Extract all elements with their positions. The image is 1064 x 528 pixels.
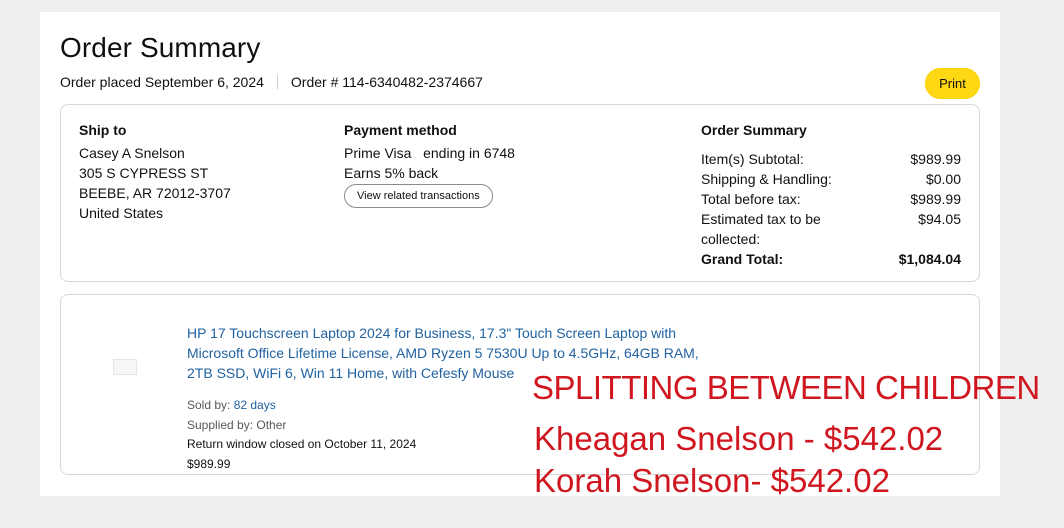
summary-row: Item(s) Subtotal: $989.99 — [701, 149, 961, 169]
handwritten-annotation: Korah Snelson- $542.02 — [534, 462, 890, 499]
summary-label: Grand Total: — [701, 251, 784, 267]
payment-heading: Payment method — [344, 122, 457, 138]
supplied-by: Supplied by: Other — [187, 418, 287, 432]
order-meta: Order placed September 6, 2024 Order # 1… — [60, 74, 483, 90]
summary-value: $989.99 — [910, 151, 961, 167]
sold-by-label: Sold by: — [187, 398, 231, 412]
order-date: Order placed September 6, 2024 — [60, 74, 264, 90]
ship-to-line: BEEBE, AR 72012-3707 — [79, 185, 231, 201]
product-thumbnail[interactable] — [113, 359, 137, 375]
payment-info: Prime Visa ending in 6748 Earns 5% back — [344, 143, 515, 183]
order-number: Order # 114-6340482-2374667 — [290, 74, 483, 90]
summary-label: Shipping & Handling: — [701, 171, 832, 187]
summary-label: Estimated tax to be collected: — [701, 211, 821, 247]
summary-value: $94.05 — [918, 211, 961, 227]
summary-value: $989.99 — [910, 191, 961, 207]
page-title: Order Summary — [60, 32, 261, 63]
sold-by: Sold by: 82 days — [187, 397, 276, 413]
ship-to-address: Casey A Snelson 305 S CYPRESS ST BEEBE, … — [79, 143, 231, 223]
seller-link[interactable]: 82 days — [234, 398, 276, 412]
item-price: $989.99 — [187, 457, 231, 471]
order-details-box: Ship to Casey A Snelson 305 S CYPRESS ST… — [60, 104, 980, 282]
handwritten-annotation: SPLITTING BETWEEN CHILDREN — [532, 369, 1040, 406]
summary-table: Item(s) Subtotal: $989.99 Shipping & Han… — [701, 149, 961, 269]
summary-row: Estimated tax to be collected: $94.05 — [701, 209, 961, 249]
ship-to-line: Casey A Snelson — [79, 145, 185, 161]
handwritten-annotation: Kheagan Snelson - $542.02 — [534, 420, 944, 457]
summary-value: $0.00 — [925, 171, 961, 187]
grand-total-value: $1,084.04 — [898, 251, 961, 267]
summary-row: Total before tax: $989.99 — [701, 189, 961, 209]
grand-total-row: Grand Total: $1,084.04 — [701, 249, 961, 269]
ship-to-line: United States — [79, 205, 164, 221]
summary-label: Total before tax: — [701, 191, 801, 207]
ship-to-heading: Ship to — [79, 122, 127, 138]
payment-method: Prime Visa ending in 6748 — [344, 145, 515, 161]
summary-label: Item(s) Subtotal: — [701, 151, 804, 167]
divider — [276, 75, 278, 89]
print-button[interactable]: Print — [925, 68, 980, 99]
view-transactions-button[interactable]: View related transactions — [344, 184, 493, 208]
return-window: Return window closed on October 11, 2024 — [187, 437, 417, 451]
summary-heading: Order Summary — [701, 122, 807, 138]
summary-row: Shipping & Handling: $0.00 — [701, 169, 961, 189]
payment-rewards: Earns 5% back — [344, 165, 439, 181]
ship-to-line: 305 S CYPRESS ST — [79, 165, 209, 181]
